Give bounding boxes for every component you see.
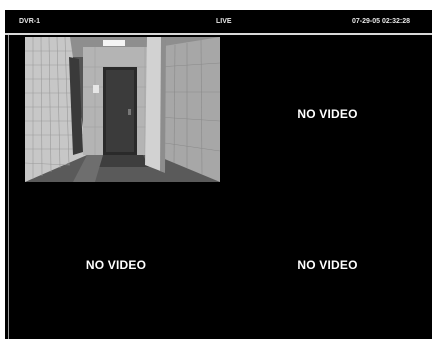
channel-4-tile[interactable]: NO VIDEO bbox=[223, 187, 432, 339]
channel-4-no-video-label: NO VIDEO bbox=[297, 258, 358, 272]
device-name: DVR-1 bbox=[19, 18, 41, 25]
channel-1-camera-feed[interactable] bbox=[25, 37, 220, 182]
hallway-camera-image bbox=[25, 37, 220, 182]
date-time: 07-29-05 02:32:28 bbox=[352, 18, 410, 25]
view-mode: LIVE bbox=[216, 18, 232, 25]
status-bar: DVR-1 LIVE 07-29-05 02:32:28 bbox=[5, 10, 432, 33]
dvr-monitor-screen: DVR-1 LIVE 07-29-05 02:32:28 NO VIDEO NO… bbox=[5, 10, 432, 339]
channel-2-tile[interactable]: NO VIDEO bbox=[223, 35, 432, 187]
channel-2-no-video-label: NO VIDEO bbox=[297, 107, 358, 121]
channel-3-no-video-label: NO VIDEO bbox=[85, 258, 147, 272]
channel-3-tile[interactable]: NO VIDEO bbox=[9, 187, 223, 339]
